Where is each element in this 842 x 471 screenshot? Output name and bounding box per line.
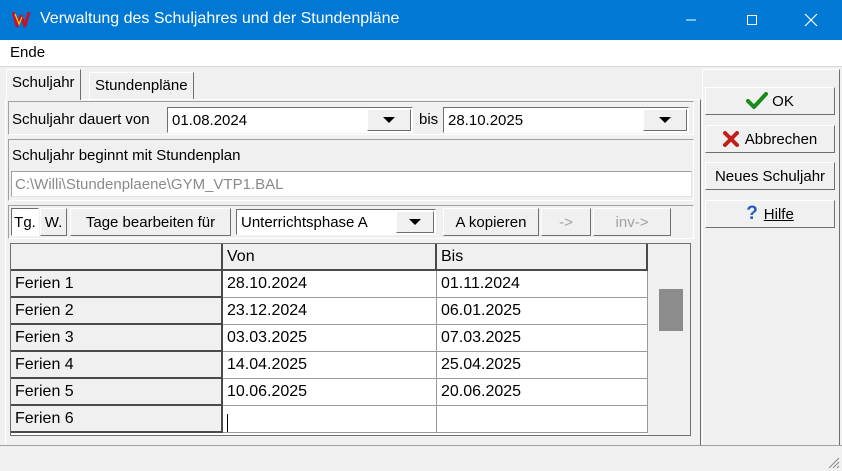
tab-schuljahr[interactable]: Schuljahr: [6, 69, 81, 100]
scrollbar-thumb[interactable]: [659, 289, 683, 331]
cell-bis[interactable]: 01.11.2024: [437, 271, 648, 298]
cell-von-editing[interactable]: [223, 406, 437, 433]
minimize-button[interactable]: [668, 0, 714, 40]
grid-corner-cell: [11, 244, 223, 271]
w-button[interactable]: W.: [40, 208, 67, 236]
neues-schuljahr-button[interactable]: Neues Schuljahr: [705, 162, 835, 190]
cell-bis[interactable]: 20.06.2025: [437, 379, 648, 406]
grid-scrollbar[interactable]: [648, 244, 690, 435]
cell-von[interactable]: 23.12.2024: [223, 298, 437, 325]
phase-dropdown-button[interactable]: [396, 211, 434, 233]
tg-button[interactable]: Tg.: [11, 208, 39, 236]
ok-label: OK: [772, 92, 794, 110]
from-date-combo[interactable]: 01.08.2024: [167, 107, 413, 133]
tage-bearbeiten-button[interactable]: Tage bearbeiten für: [70, 208, 231, 236]
resize-grip-icon[interactable]: [826, 455, 840, 469]
grid-header-bis[interactable]: Bis: [437, 244, 648, 271]
to-date-combo[interactable]: 28.10.2025: [443, 107, 689, 133]
row-label-ferien-6: Ferien 6: [11, 406, 223, 433]
row-label-ferien-2: Ferien 2: [11, 298, 223, 325]
schuljahr-dauert-label: Schuljahr dauert von: [12, 111, 150, 128]
checkmark-icon: [746, 92, 769, 109]
ok-button[interactable]: OK: [705, 87, 835, 115]
menu-item-ende[interactable]: Ende: [10, 44, 45, 61]
cell-bis[interactable]: 07.03.2025: [437, 325, 648, 352]
menu-bar: Ende: [0, 40, 842, 66]
title-bar[interactable]: Verwaltung des Schuljahres und der Stund…: [0, 0, 842, 40]
cell-von[interactable]: 28.10.2024: [223, 271, 437, 298]
maximize-button[interactable]: [729, 0, 775, 40]
cell-von[interactable]: 03.03.2025: [223, 325, 437, 352]
maximize-icon: [747, 15, 757, 25]
cell-von[interactable]: 14.04.2025: [223, 352, 437, 379]
from-date-dropdown-button[interactable]: [367, 109, 411, 131]
help-question-icon: ?: [746, 203, 758, 224]
row-label-ferien-5: Ferien 5: [11, 379, 223, 406]
cell-von[interactable]: 10.06.2025: [223, 379, 437, 406]
from-date-value: 01.08.2024: [172, 112, 248, 129]
schuljahr-beginnt-label: Schuljahr beginnt mit Stundenplan: [12, 147, 241, 164]
row-label-ferien-1: Ferien 1: [11, 271, 223, 298]
copy-arrow-button[interactable]: ->: [541, 208, 591, 236]
app-icon: [12, 11, 31, 28]
window-title: Verwaltung des Schuljahres und der Stund…: [40, 10, 400, 27]
abbrechen-label: Abbrechen: [744, 130, 818, 148]
a-kopieren-button[interactable]: A kopieren: [443, 208, 539, 236]
row-label-ferien-3: Ferien 3: [11, 325, 223, 352]
ferien-grid[interactable]: Von Bis Ferien 1 28.10.2024 01.11.2024 F…: [10, 243, 691, 436]
to-date-dropdown-button[interactable]: [643, 109, 687, 131]
cell-bis[interactable]: 25.04.2025: [437, 352, 648, 379]
hilfe-button[interactable]: ? Hilfe: [705, 200, 835, 228]
text-caret: [227, 414, 228, 432]
close-button[interactable]: [788, 0, 834, 40]
cell-bis[interactable]: [437, 406, 648, 433]
grid-header-von[interactable]: Von: [223, 244, 437, 271]
chevron-down-icon: [659, 117, 671, 123]
plan-path-value: C:\Willi\Stundenplaene\GYM_VTP1.BAL: [15, 176, 284, 193]
close-icon: [804, 13, 818, 27]
inv-arrow-button[interactable]: inv->: [593, 208, 671, 236]
minimize-icon: [686, 19, 696, 21]
cell-bis[interactable]: 06.01.2025: [437, 298, 648, 325]
phase-value: Unterrichtsphase A: [241, 214, 368, 231]
phase-combo[interactable]: Unterrichtsphase A: [236, 209, 436, 235]
plan-path-field[interactable]: C:\Willi\Stundenplaene\GYM_VTP1.BAL: [11, 171, 692, 197]
abbrechen-button[interactable]: Abbrechen: [705, 125, 835, 153]
hilfe-label: Hilfe: [763, 205, 794, 223]
cancel-x-icon: [722, 131, 739, 147]
chevron-down-icon: [409, 219, 421, 225]
to-date-value: 28.10.2025: [448, 112, 524, 129]
tab-stundenplaene[interactable]: Stundenpläne: [89, 72, 194, 100]
client-area: Schuljahr Stundenpläne Schuljahr dauert …: [0, 66, 842, 471]
bis-label: bis: [419, 111, 439, 128]
status-bar: [0, 445, 842, 471]
row-label-ferien-4: Ferien 4: [11, 352, 223, 379]
chevron-down-icon: [383, 117, 395, 123]
